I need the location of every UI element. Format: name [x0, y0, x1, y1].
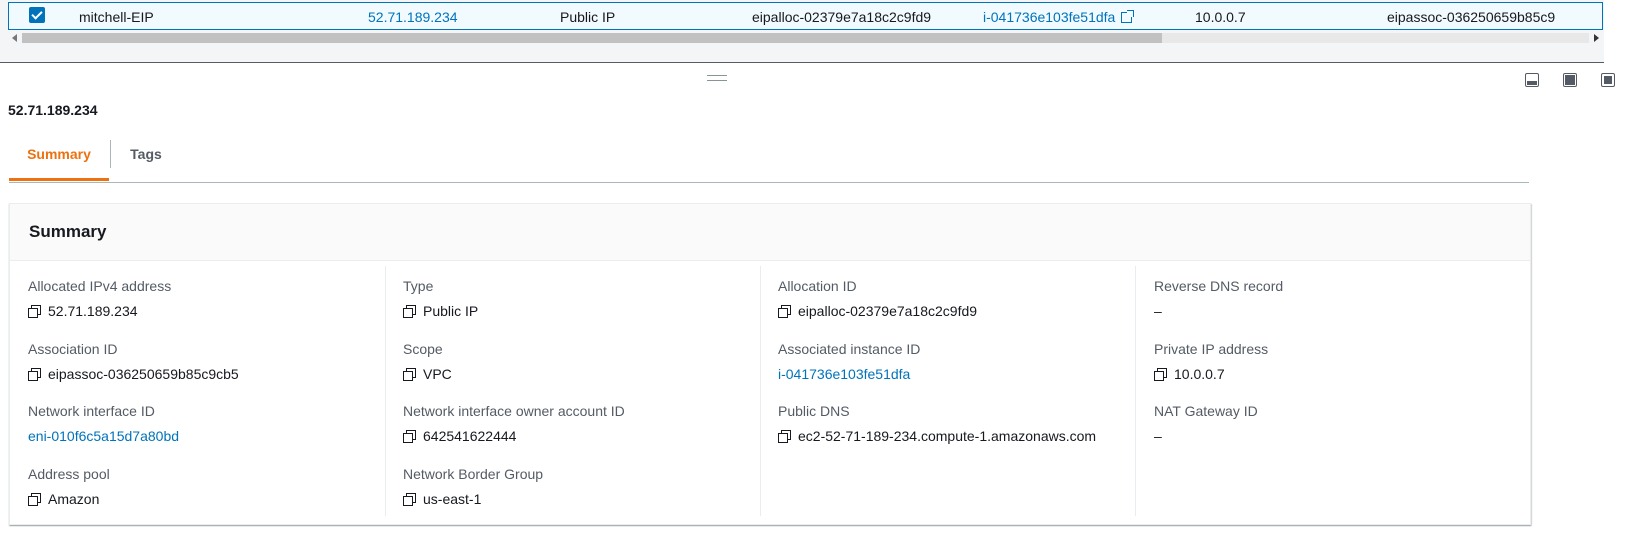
field-label: NAT Gateway ID — [1154, 403, 1258, 419]
external-link-icon[interactable] — [1121, 10, 1135, 23]
field-value: eipalloc-02379e7a18c2c9fd9 — [798, 303, 978, 319]
tab-tags[interactable]: Tags — [111, 128, 181, 180]
field-value: eipassoc-036250659b85c9cb5 — [48, 366, 239, 382]
field-label: Associated instance ID — [778, 341, 921, 357]
field-value: VPC — [423, 366, 452, 382]
field-network-interface-id: Network interface ID eni-010f6c5a15d7a80… — [28, 403, 179, 444]
field-ni-owner: Network interface owner account ID 64254… — [403, 403, 625, 444]
field-value: – — [1154, 428, 1162, 444]
panel-position-controls — [1525, 73, 1615, 87]
table-row-selected[interactable]: mitchell-EIP 52.71.189.234 Public IP eip… — [8, 2, 1603, 30]
summary-column-2: Type Public IP Scope VPC Network interfa… — [385, 266, 761, 516]
field-label: Network Border Group — [403, 466, 544, 482]
cell-ip-link[interactable]: 52.71.189.234 — [368, 9, 458, 25]
summary-container: Summary Allocated IPv4 address 52.71.189… — [9, 203, 1531, 525]
field-label: Public DNS — [778, 403, 850, 419]
summary-column-3: Allocation ID eipalloc-02379e7a18c2c9fd9… — [760, 266, 1136, 516]
copy-icon[interactable] — [1154, 368, 1167, 381]
summary-column-4: Reverse DNS record – Private IP address … — [1135, 266, 1511, 456]
field-address-pool: Address pool Amazon — [28, 466, 110, 507]
cell-name: mitchell-EIP — [79, 9, 154, 25]
summary-header: Summary — [10, 204, 1530, 261]
resize-handle-icon[interactable] — [707, 75, 727, 81]
copy-icon[interactable] — [28, 305, 41, 318]
summary-column-1: Allocated IPv4 address 52.71.189.234 Ass… — [10, 266, 386, 516]
scroll-right-arrow-icon[interactable] — [1594, 34, 1599, 42]
field-label: Network interface owner account ID — [403, 403, 625, 419]
field-value: ec2-52-71-189-234.compute-1.amazonaws.co… — [798, 428, 1097, 444]
cell-allocation-id: eipalloc-02379e7a18c2c9fd9 — [752, 9, 932, 25]
field-allocation-id: Allocation ID eipalloc-02379e7a18c2c9fd9 — [778, 278, 977, 319]
field-scope: Scope VPC — [403, 341, 452, 382]
field-nat-gateway: NAT Gateway ID – — [1154, 403, 1258, 444]
summary-heading: Summary — [29, 222, 107, 241]
copy-icon[interactable] — [403, 368, 416, 381]
scroll-left-arrow-icon[interactable] — [12, 34, 17, 42]
field-association-id: Association ID eipassoc-036250659b85c9cb… — [28, 341, 239, 382]
eip-table: mitchell-EIP 52.71.189.234 Public IP eip… — [0, 0, 1604, 63]
copy-icon[interactable] — [403, 493, 416, 506]
field-value: 642541622444 — [423, 428, 517, 444]
panel-side-icon[interactable] — [1563, 73, 1577, 87]
field-value: Amazon — [48, 491, 100, 507]
copy-icon[interactable] — [28, 493, 41, 506]
cell-type: Public IP — [560, 9, 616, 25]
field-border-group: Network Border Group us-east-1 — [403, 466, 543, 507]
cell-instance-id[interactable]: i-041736e103fe51dfa — [983, 9, 1115, 25]
horizontal-scrollbar[interactable] — [8, 31, 1603, 45]
row-checkbox[interactable] — [29, 7, 45, 23]
field-value: us-east-1 — [423, 491, 482, 507]
network-interface-link[interactable]: eni-010f6c5a15d7a80bd — [28, 428, 179, 444]
field-label: Allocation ID — [778, 278, 857, 294]
cell-instance-link[interactable]: i-041736e103fe51dfa — [983, 9, 1135, 25]
field-associated-instance: Associated instance ID i-041736e103fe51d… — [778, 341, 920, 382]
scroll-thumb[interactable] — [22, 33, 1162, 43]
copy-icon[interactable] — [778, 430, 791, 443]
field-label: Scope — [403, 341, 443, 357]
field-label: Address pool — [28, 466, 110, 482]
field-label: Association ID — [28, 341, 118, 357]
tab-summary[interactable]: Summary — [9, 128, 109, 181]
field-reverse-dns: Reverse DNS record – — [1154, 278, 1283, 319]
field-label: Network interface ID — [28, 403, 155, 419]
instance-link[interactable]: i-041736e103fe51dfa — [778, 366, 910, 382]
field-value: – — [1154, 303, 1162, 319]
copy-icon[interactable] — [403, 430, 416, 443]
field-type: Type Public IP — [403, 278, 478, 319]
field-label: Allocated IPv4 address — [28, 278, 172, 294]
field-label: Reverse DNS record — [1154, 278, 1284, 294]
copy-icon[interactable] — [778, 305, 791, 318]
panel-bottom-icon[interactable] — [1525, 73, 1539, 87]
panel-full-icon[interactable] — [1601, 73, 1615, 87]
field-label: Private IP address — [1154, 341, 1269, 357]
field-public-dns: Public DNS ec2-52-71-189-234.compute-1.a… — [778, 403, 1096, 444]
field-value: Public IP — [423, 303, 479, 319]
cell-private-ip: 10.0.0.7 — [1195, 9, 1246, 25]
copy-icon[interactable] — [28, 368, 41, 381]
field-value: 10.0.0.7 — [1174, 366, 1225, 382]
field-value: 52.71.189.234 — [48, 303, 138, 319]
cell-association-id: eipassoc-036250659b85c9 — [1387, 9, 1556, 25]
field-allocated-ipv4: Allocated IPv4 address 52.71.189.234 — [28, 278, 171, 319]
field-label: Type — [403, 278, 434, 294]
detail-tabs: Summary Tags — [9, 128, 1529, 183]
panel-title: 52.71.189.234 — [8, 102, 98, 118]
copy-icon[interactable] — [403, 305, 416, 318]
field-private-ip: Private IP address 10.0.0.7 — [1154, 341, 1268, 382]
